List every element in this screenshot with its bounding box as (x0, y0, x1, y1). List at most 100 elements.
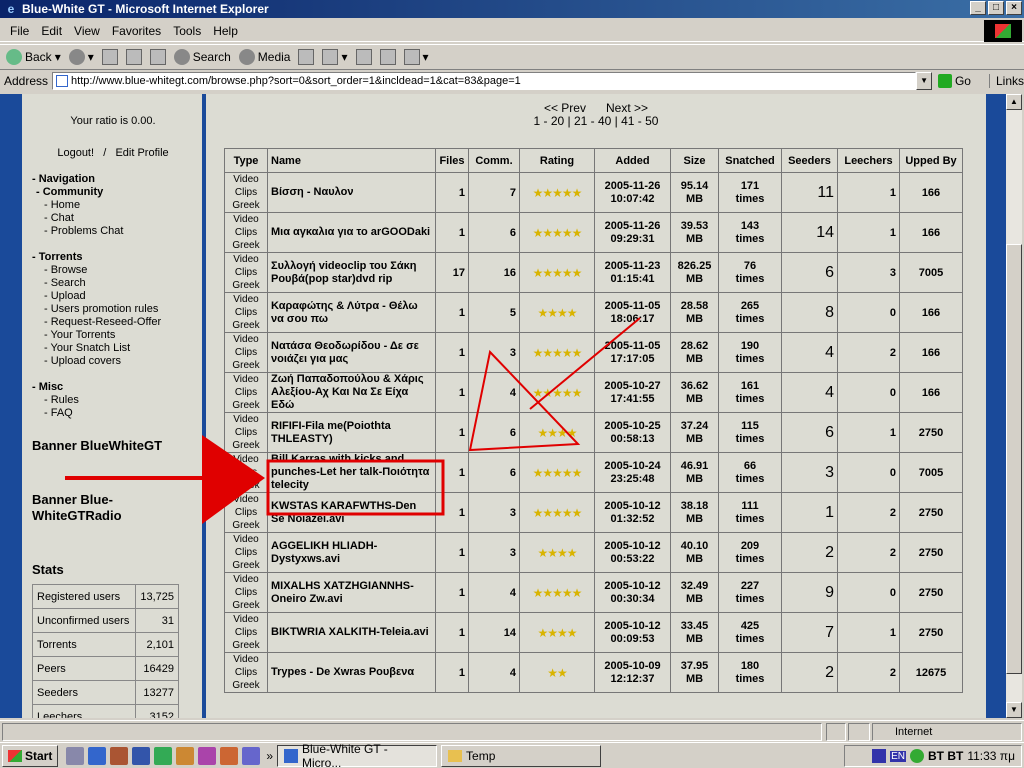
menu-tools[interactable]: Tools (167, 24, 207, 38)
col-upped-by[interactable]: Upped By (899, 148, 963, 173)
menu-favorites[interactable]: Favorites (106, 24, 167, 38)
col-snatched[interactable]: Snatched (718, 148, 782, 173)
edit-page-button[interactable] (379, 49, 396, 65)
category-cell[interactable]: Video Clips Greek (224, 532, 268, 573)
col-seeders[interactable]: Seeders (781, 148, 838, 173)
snatched-cell[interactable]: 425 times (718, 612, 782, 653)
nav-chat[interactable]: - Chat (32, 212, 161, 225)
uploader-link[interactable]: 166 (899, 372, 963, 413)
next-link[interactable]: Next >> (606, 101, 648, 115)
category-cell[interactable]: Video Clips Greek (224, 172, 268, 213)
nav-home[interactable]: - Home (32, 199, 161, 212)
files-count[interactable]: 1 (435, 292, 469, 333)
files-count[interactable]: 1 (435, 412, 469, 453)
quick-launch-chevron[interactable]: » (266, 749, 273, 763)
nav-browse[interactable]: - Browse (32, 264, 161, 277)
leechers-count[interactable]: 0 (837, 372, 900, 413)
uploader-link[interactable]: 2750 (899, 412, 963, 453)
prev-link[interactable]: << Prev (544, 101, 586, 115)
col-size[interactable]: Size (670, 148, 719, 173)
torrent-name-link[interactable]: Νατάσα Θεοδωρίδου - Δε σε νοιάζει για μα… (267, 332, 436, 373)
address-dropdown-button[interactable]: ▼ (916, 72, 932, 90)
nav-snatch-list[interactable]: - Your Snatch List (32, 342, 161, 355)
category-cell[interactable]: Video Clips Greek (224, 212, 268, 253)
leechers-count[interactable]: 2 (837, 532, 900, 573)
torrent-name-link[interactable]: BIKTWRIA XALKITH-Teleia.avi (267, 612, 436, 653)
network-icon[interactable] (910, 749, 924, 763)
minimize-button[interactable]: _ (970, 1, 986, 15)
uploader-link[interactable]: 166 (899, 212, 963, 253)
mail-button[interactable]: ▾ (322, 49, 348, 65)
print-button[interactable] (355, 49, 372, 65)
category-cell[interactable]: Video Clips Greek (224, 332, 268, 373)
comments-count[interactable]: 4 (468, 572, 520, 613)
uploader-link[interactable]: 7005 (899, 252, 963, 293)
uploader-link[interactable]: 7005 (899, 452, 963, 493)
nav-problems-chat[interactable]: - Problems Chat (32, 225, 161, 238)
app-icon[interactable] (220, 746, 239, 765)
seeders-count[interactable]: 4 (781, 332, 838, 373)
snatched-cell[interactable]: 66 times (718, 452, 782, 493)
category-cell[interactable]: Video Clips Greek (224, 612, 268, 653)
comments-count[interactable]: 4 (468, 652, 520, 693)
files-count[interactable]: 1 (435, 372, 469, 413)
snatched-cell[interactable]: 111 times (718, 492, 782, 533)
app-icon[interactable] (198, 746, 217, 765)
comments-count[interactable]: 6 (468, 412, 520, 453)
snatched-cell[interactable]: 209 times (718, 532, 782, 573)
nav-rules[interactable]: - Rules (32, 394, 161, 407)
seeders-count[interactable]: 6 (781, 412, 838, 453)
banner-bluewhitegt[interactable]: Banner BlueWhiteGT (32, 438, 162, 453)
comments-count[interactable]: 14 (468, 612, 520, 653)
show-desktop-icon[interactable] (66, 746, 85, 765)
comments-count[interactable]: 5 (468, 292, 520, 333)
close-button[interactable]: × (1006, 1, 1022, 15)
torrent-name-link[interactable]: RIFIFI-Fila me(Poiothta THLEASTY) (267, 412, 436, 453)
snatched-cell[interactable]: 171 times (718, 172, 782, 213)
seeders-count[interactable]: 11 (781, 172, 838, 213)
torrent-name-link[interactable]: Καραφώτης & Λύτρα - Θέλω να σου πω (267, 292, 436, 333)
refresh-button[interactable] (125, 49, 142, 65)
nav-promotion-rules[interactable]: - Users promotion rules (32, 303, 161, 316)
page-ranges[interactable]: 1 - 20 | 21 - 40 | 41 - 50 (206, 115, 986, 128)
leechers-count[interactable]: 1 (837, 412, 900, 453)
col-comments[interactable]: Comm. (468, 148, 520, 173)
menu-help[interactable]: Help (207, 24, 244, 38)
torrent-name-link[interactable]: Trypes - De Xwras Ρουβενα (267, 652, 436, 693)
forward-button[interactable]: ▾ (68, 49, 94, 65)
history-button[interactable] (298, 49, 315, 65)
seeders-count[interactable]: 4 (781, 372, 838, 413)
uploader-link[interactable]: 2750 (899, 492, 963, 533)
torrent-name-link[interactable]: AGGELIKH HLIADH-Dystyxws.avi (267, 532, 436, 573)
app-icon[interactable] (176, 746, 195, 765)
torrent-name-link[interactable]: Μια αγκαλια για το arGOODaki (267, 212, 436, 253)
snatched-cell[interactable]: 190 times (718, 332, 782, 373)
language-indicator[interactable]: EN (890, 750, 906, 762)
seeders-count[interactable]: 7 (781, 612, 838, 653)
comments-count[interactable]: 3 (468, 332, 520, 373)
leechers-count[interactable]: 1 (837, 172, 900, 213)
seeders-count[interactable]: 14 (781, 212, 838, 253)
tray-bt-label[interactable]: BT BT (928, 749, 963, 763)
col-type[interactable]: Type (224, 148, 268, 173)
banner-radio[interactable]: Banner Blue-WhiteGTRadio (32, 492, 172, 524)
torrent-name-link[interactable]: Συλλογή videoclip του Σάκη Ρουβά(pop sta… (267, 252, 436, 293)
address-input[interactable]: http://www.blue-whitegt.com/browse.php?s… (52, 72, 917, 90)
home-button[interactable] (149, 49, 166, 65)
category-cell[interactable]: Video Clips Greek (224, 412, 268, 453)
comments-count[interactable]: 3 (468, 492, 520, 533)
uploader-link[interactable]: 166 (899, 332, 963, 373)
nav-request-reseed[interactable]: - Request-Reseed-Offer (32, 316, 161, 329)
files-count[interactable]: 1 (435, 572, 469, 613)
chevron-down-icon[interactable]: ▾ (88, 50, 94, 64)
comments-count[interactable]: 6 (468, 452, 520, 493)
torrent-name-link[interactable]: Βίσση - Ναυλον (267, 172, 436, 213)
torrent-name-link[interactable]: Bill Karras with kicks and punches-Let h… (267, 452, 436, 493)
uploader-link[interactable]: 2750 (899, 612, 963, 653)
uploader-link[interactable]: 2750 (899, 532, 963, 573)
chevron-down-icon[interactable]: ▾ (55, 50, 61, 64)
nav-your-torrents[interactable]: - Your Torrents (32, 329, 161, 342)
files-count[interactable]: 1 (435, 212, 469, 253)
app-icon[interactable] (242, 746, 261, 765)
maximize-button[interactable]: □ (988, 1, 1004, 15)
